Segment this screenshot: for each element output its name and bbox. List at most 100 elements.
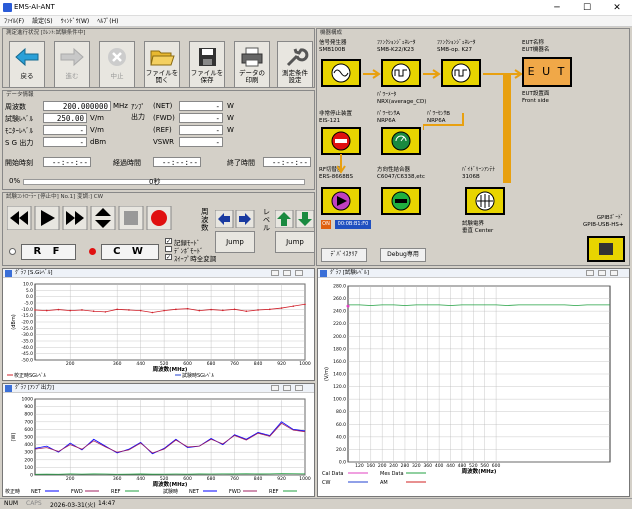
rf-radio[interactable] — [9, 248, 16, 255]
menu-file[interactable]: ﾌｧｲﾙ(F) — [0, 16, 28, 27]
playback-controls — [7, 206, 172, 230]
field-level-chart-window: ｸﾞﾗﾌ [試験ﾚﾍﾞﾙ] 0.0 20.0 40.0 60.0 80.0 100.0 12… — [317, 268, 630, 497]
legend-test-label: FWD — [229, 489, 241, 495]
gpib-box[interactable] — [587, 236, 625, 262]
printer-icon — [237, 45, 267, 69]
legend-cal-label: Cal Data — [322, 471, 343, 477]
field-label: 試験電界 垂直 Center — [462, 221, 494, 234]
back-label: 戻る — [20, 72, 34, 80]
amp-net-label: (NET) — [153, 102, 173, 110]
data-point — [34, 309, 36, 311]
level-up-button[interactable] — [275, 210, 294, 228]
maximize-button[interactable]: ☐ — [572, 0, 602, 16]
progress-panel: 測定進行状況 [ｶﾚﾝﾄ:試験条件中] 戻る 進む 中止 ファイルを 開く ファ… — [2, 28, 315, 88]
end-time-value: --:--:-- — [263, 157, 311, 167]
y-tick-label: 140.0 — [333, 372, 346, 378]
play-button[interactable] — [34, 206, 60, 230]
y-tick-label: 300 — [24, 450, 33, 456]
data-point — [198, 309, 201, 312]
save-file-button[interactable]: ファイルを 保存 — [189, 41, 225, 88]
data-point — [116, 308, 118, 311]
field-chart-plot: 0.0 20.0 40.0 60.0 80.0 100.0 120.0 140.0 160.0 1… — [322, 284, 611, 486]
forward-label: 進む — [65, 72, 79, 80]
wrench-icon — [280, 45, 310, 69]
menu-window[interactable]: ｳｨﾝﾄﾞｳ(W) — [57, 16, 94, 27]
record-mode-checkbox[interactable]: ✓ — [165, 238, 172, 245]
back-button[interactable]: 戻る — [9, 41, 45, 88]
equipment-header: 機器構成 — [320, 30, 343, 36]
device-clear-button[interactable]: ﾃﾞﾊﾞｲｽｸﾘｱ — [321, 248, 367, 262]
stop-x-icon — [102, 45, 132, 69]
legend-test-label: NET — [189, 489, 200, 495]
cw-indicator[interactable] — [89, 248, 96, 255]
x-tick-label: 320 — [412, 463, 421, 469]
sg-close-button[interactable] — [295, 270, 303, 276]
y-tick-label: 220.0 — [333, 321, 346, 327]
y-tick-label: 180.0 — [333, 346, 346, 352]
fg1-label: ﾌｧﾝｸｼｮﾝｼﾞｪﾈﾚｰﾀ SMB-K22/K23 — [377, 40, 416, 53]
stop-button[interactable] — [118, 206, 144, 230]
freq-jump-button[interactable]: Jump — [215, 231, 255, 253]
amp-output-label: ｱﾝﾌﾟ 出力 — [131, 103, 145, 121]
y-tick-label: 280.0 — [333, 284, 346, 290]
rewind-button[interactable] — [7, 206, 32, 230]
x-tick-label: 240 — [389, 463, 398, 469]
forward-step-button[interactable] — [62, 206, 88, 230]
gpib-label: GPIBﾎﾞｰﾄﾞ GPIB-USB-HS+ — [583, 215, 624, 228]
demo-mode-checkbox[interactable] — [165, 246, 172, 252]
y-tick-label: 0.0 — [26, 294, 33, 300]
sg-minimize-button[interactable] — [271, 270, 279, 276]
print-data-button[interactable]: データの 印刷 — [234, 41, 270, 88]
freq-up-button[interactable] — [235, 210, 255, 228]
x-tick-label: 360 — [113, 361, 122, 367]
measure-settings-button[interactable]: 測定条件 設定 — [277, 41, 313, 88]
field-minimize-button[interactable] — [586, 270, 594, 276]
close-button[interactable]: ✕ — [602, 0, 632, 16]
amp-ref-label: (REF) — [153, 126, 172, 134]
floppy-save-icon — [192, 45, 222, 69]
rf-button[interactable]: R F — [21, 244, 76, 260]
signal-generator-box[interactable] — [321, 59, 361, 87]
y-tick-label: 200.0 — [333, 334, 346, 340]
eut-box[interactable]: E U T — [522, 57, 572, 87]
open-file-button[interactable]: ファイルを 開く — [144, 41, 180, 88]
test-level-value: 250.00 — [43, 113, 87, 123]
chain-arrows — [337, 154, 346, 174]
sg-maximize-button[interactable] — [283, 270, 291, 276]
y-tick-label: 260.0 — [333, 296, 346, 302]
x-tick-label: 400 — [435, 463, 444, 469]
legend-mes-label: Mes Data — [380, 471, 404, 477]
updown-button[interactable] — [90, 206, 116, 230]
menu-help[interactable]: ﾍﾙﾌﾟ(H) — [93, 16, 122, 27]
record-button[interactable] — [146, 206, 172, 230]
amp-maximize-button[interactable] — [283, 385, 291, 391]
amp-net-value: - — [179, 101, 223, 111]
abort-button[interactable]: 中止 — [99, 41, 135, 88]
level-down-button[interactable] — [295, 210, 315, 228]
sweep-modulation-checkbox[interactable]: ✓ — [165, 254, 172, 261]
field-close-button[interactable] — [610, 270, 618, 276]
amp-chart-title: ｸﾞﾗﾌ [ｱﾝﾌﾟ出力] — [15, 385, 55, 391]
address-badge: 00:0B:B1:F0 — [335, 220, 371, 229]
save-file-label: ファイルを 保存 — [190, 69, 224, 84]
data-point — [268, 308, 271, 311]
freq-down-button[interactable] — [215, 210, 234, 228]
minimize-button[interactable]: ─ — [542, 0, 572, 16]
field-maximize-button[interactable] — [598, 270, 606, 276]
menu-settings[interactable]: 設定(S) — [28, 16, 57, 27]
num-indicator: NUM — [4, 500, 19, 507]
y-tick-label: 160.0 — [333, 359, 346, 365]
y-tick-label: 800 — [24, 412, 33, 418]
y-tick-label: -40.0 — [21, 345, 33, 351]
debug-button[interactable]: Debug専用 — [380, 248, 426, 262]
amp-net-unit: W — [227, 102, 234, 110]
forward-button[interactable]: 進む — [54, 41, 90, 88]
amp-minimize-button[interactable] — [271, 385, 279, 391]
amp-close-button[interactable] — [295, 385, 303, 391]
x-axis-label: 周波数(MHz) — [153, 480, 188, 488]
cw-button[interactable]: C W — [101, 244, 159, 260]
freq-label: 周波数 — [5, 103, 26, 111]
data-info-header: データ情報 — [6, 92, 34, 98]
test-controller-panel: 試験ｺﾝﾄﾛｰﾗｰ [停止中] No.1] 変調:] CW 周 波 数 Jump… — [2, 192, 315, 266]
level-jump-button[interactable]: Jump — [275, 231, 315, 253]
